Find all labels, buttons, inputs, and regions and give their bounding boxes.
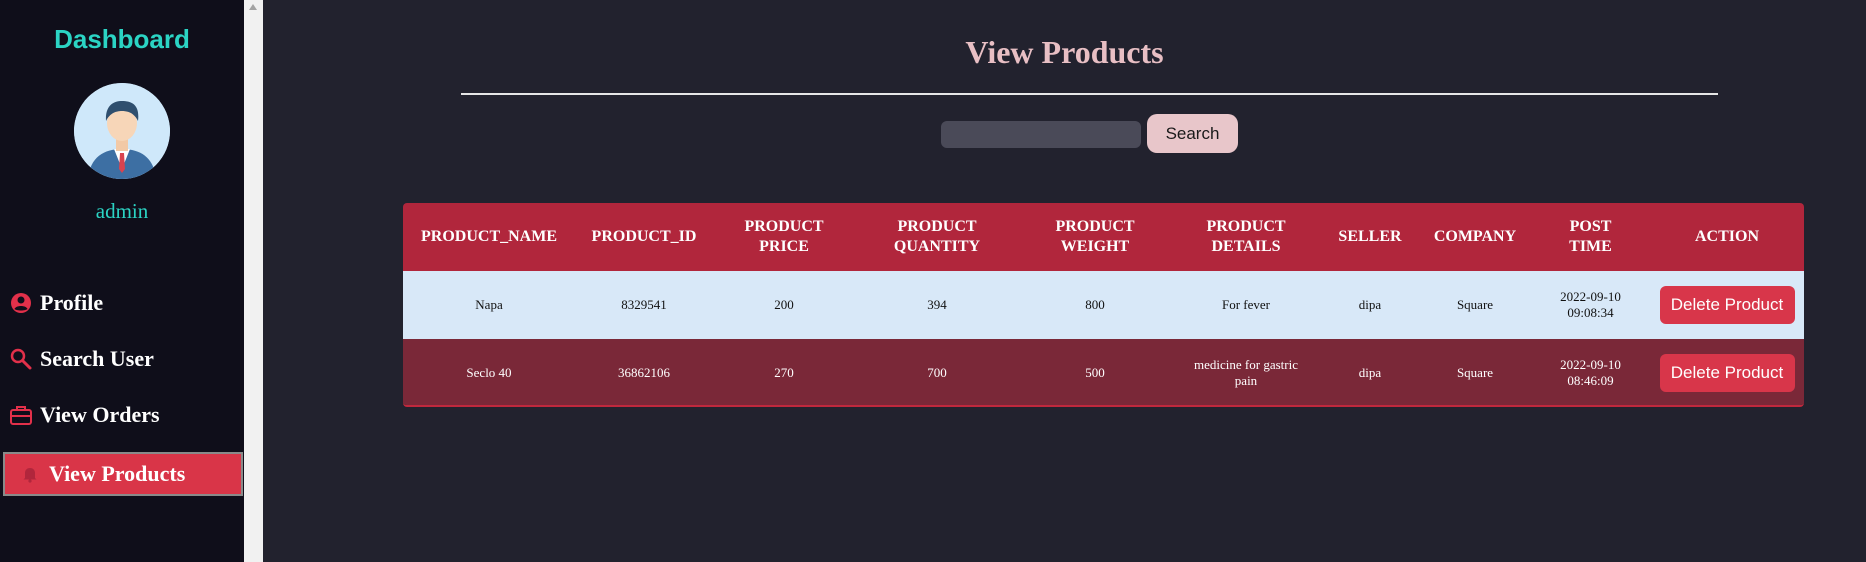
table-row: Seclo 40 36862106 270 700 500 medicine f… (403, 339, 1804, 405)
column-header: COMPANY (1433, 228, 1517, 245)
company-cell: Square (1456, 365, 1494, 380)
user-circle-icon (8, 290, 34, 316)
post-date: 2022-09-10 (1560, 357, 1621, 372)
column-header: PRODUCT_NAME (421, 228, 557, 245)
table-row: Napa 8329541 200 394 800 For fever dipa … (403, 271, 1804, 339)
post-time: 08:46:09 (1567, 373, 1614, 388)
search-input[interactable] (941, 121, 1141, 148)
sidebar-item-profile[interactable]: Profile (8, 282, 103, 324)
action-cell: Delete Product (1650, 339, 1804, 405)
column-header: PRODUCT QUANTITY (893, 218, 981, 255)
product-weight-cell: 800 (1085, 297, 1105, 312)
seller-cell: dipa (1358, 297, 1382, 312)
scroll-up-arrow-icon[interactable] (249, 4, 257, 10)
sidebar-item-label: Search User (40, 346, 154, 371)
company-cell: Square (1456, 297, 1494, 312)
products-table: PRODUCT_NAME PRODUCT_ID PRODUCT PRICE PR… (403, 203, 1804, 407)
product-name-cell: Seclo 40 (466, 365, 512, 380)
sidebar-item-view-products[interactable]: View Products (3, 452, 243, 496)
post-date: 2022-09-10 (1560, 289, 1621, 304)
product-quantity-cell: 394 (927, 297, 947, 312)
sidebar: Dashboard admin Profile Search User View… (0, 0, 244, 562)
product-id-cell: 8329541 (621, 297, 667, 312)
product-details-cell: For fever (1221, 297, 1270, 312)
post-time-cell: 2022-09-10 08:46:09 (1531, 339, 1650, 405)
sidebar-item-label: View Products (49, 461, 186, 486)
search-button[interactable]: Search (1147, 114, 1238, 153)
sidebar-item-search-user[interactable]: Search User (8, 338, 154, 380)
column-header: PRODUCT_ID (591, 228, 697, 245)
bell-icon (17, 461, 43, 487)
product-id-cell: 36862106 (618, 365, 670, 380)
column-header: SELLER (1338, 228, 1402, 245)
briefcase-icon (8, 402, 34, 428)
table-header-row: PRODUCT_NAME PRODUCT_ID PRODUCT PRICE PR… (403, 203, 1804, 271)
column-header: PRODUCT WEIGHT (1055, 218, 1135, 255)
product-name-cell: Napa (475, 297, 503, 312)
post-time: 09:08:34 (1567, 305, 1614, 320)
product-price-cell: 200 (774, 297, 794, 312)
product-weight-cell: 500 (1085, 365, 1105, 380)
sidebar-item-label: View Orders (40, 402, 160, 427)
title-divider (461, 93, 1718, 95)
sidebar-item-view-orders[interactable]: View Orders (8, 394, 160, 436)
product-quantity-cell: 700 (927, 365, 947, 380)
delete-product-button[interactable]: Delete Product (1659, 286, 1795, 324)
avatar (74, 83, 170, 179)
username: admin (95, 199, 149, 223)
sidebar-item-label: Profile (40, 290, 104, 315)
post-time-cell: 2022-09-10 09:08:34 (1531, 271, 1650, 339)
product-details-cell: medicine for gastric pain (1194, 357, 1298, 388)
column-header: POST TIME (1569, 218, 1612, 255)
action-cell: Delete Product (1650, 271, 1804, 339)
brand-title: Dashboard (54, 24, 190, 54)
seller-cell: dipa (1358, 365, 1382, 380)
column-header: PRODUCT DETAILS (1206, 218, 1286, 255)
search-icon (8, 346, 34, 372)
scrollbar[interactable] (244, 0, 263, 562)
column-header: ACTION (1694, 228, 1759, 245)
product-price-cell: 270 (774, 365, 794, 380)
column-header: PRODUCT PRICE (744, 218, 824, 255)
page-title: View Products (965, 34, 1164, 70)
delete-product-button[interactable]: Delete Product (1659, 354, 1795, 392)
